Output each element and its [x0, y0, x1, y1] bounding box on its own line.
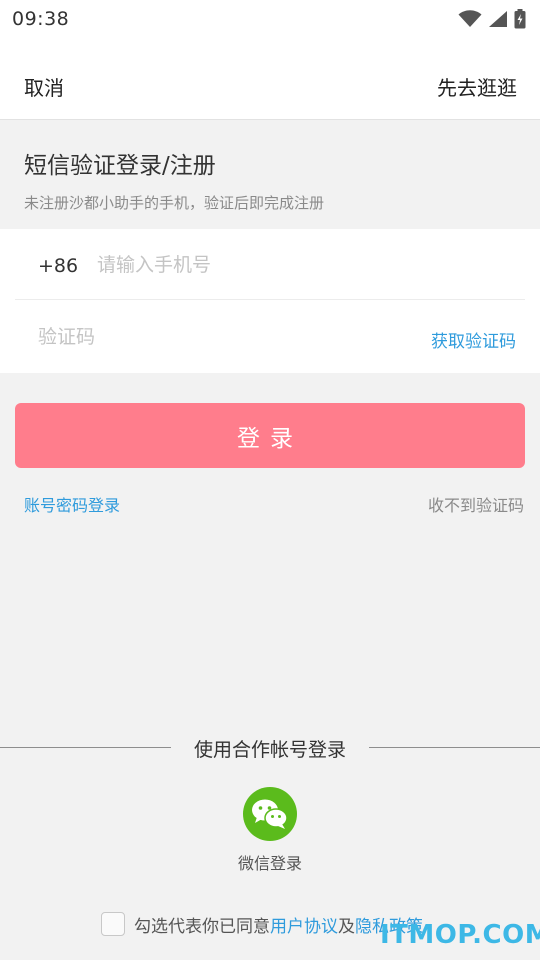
nav-bar: 取消 先去逛逛 — [0, 38, 540, 120]
status-time: 09:38 — [12, 8, 70, 30]
browse-first-button[interactable]: 先去逛逛 — [437, 72, 517, 101]
phone-row: +86 — [15, 229, 525, 300]
agreement-row: 勾选代表你已同意 用户协议 及 隐私政策 — [101, 912, 423, 937]
watermark-logo: ITMOP.COM — [380, 920, 540, 950]
wechat-login-button[interactable] — [243, 787, 297, 841]
wifi-icon — [458, 10, 482, 27]
verification-code-input[interactable] — [38, 321, 338, 353]
battery-charging-icon — [514, 9, 526, 29]
wechat-icon — [252, 799, 288, 829]
wechat-login-label: 微信登录 — [237, 854, 302, 873]
country-code[interactable]: +86 — [38, 255, 78, 277]
third-party-divider-text: 使用合作帐号登录 — [193, 739, 346, 761]
status-icons — [458, 9, 526, 29]
cancel-button[interactable]: 取消 — [24, 72, 64, 101]
status-bar: 09:38 — [0, 0, 540, 38]
login-button[interactable]: 登录 — [15, 403, 525, 468]
no-code-link[interactable]: 收不到验证码 — [428, 492, 524, 516]
phone-input[interactable] — [97, 249, 507, 281]
code-row: 获取验证码 — [15, 301, 525, 373]
page-subtitle: 未注册沙都小助手的手机，验证后即完成注册 — [24, 194, 325, 212]
user-agreement-link[interactable]: 用户协议 — [270, 912, 338, 937]
agreement-checkbox[interactable] — [101, 912, 125, 936]
get-code-button[interactable]: 获取验证码 — [431, 327, 516, 352]
agreement-and: 及 — [338, 916, 355, 937]
page-title: 短信验证登录/注册 — [24, 153, 216, 179]
login-form: +86 获取验证码 — [0, 229, 540, 373]
divider-right — [369, 747, 540, 748]
divider-left — [0, 747, 171, 748]
agreement-prefix: 勾选代表你已同意 — [134, 916, 270, 937]
password-login-link[interactable]: 账号密码登录 — [24, 492, 120, 516]
signal-icon — [489, 11, 507, 27]
